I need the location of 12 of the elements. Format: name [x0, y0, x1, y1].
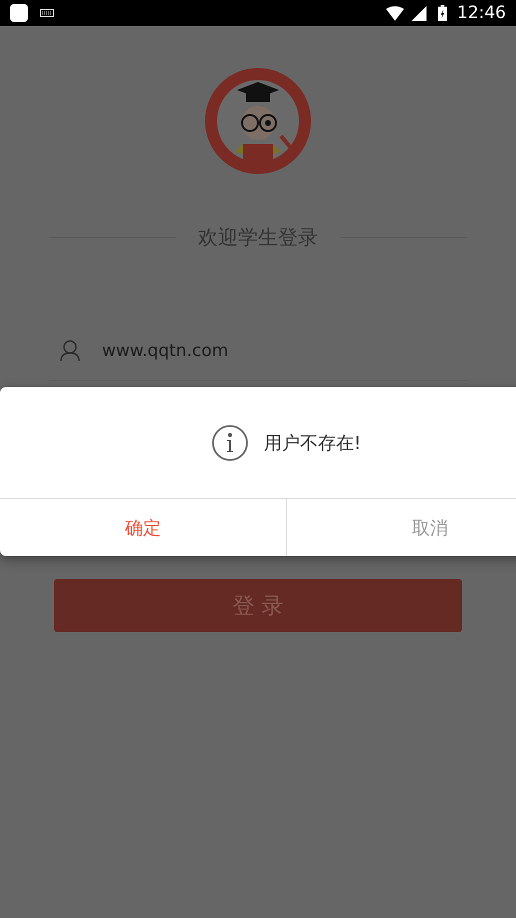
app-icon	[10, 4, 28, 22]
clock-time: 12:46	[457, 3, 506, 23]
keyboard-icon	[40, 9, 54, 17]
cancel-button[interactable]: 取消	[286, 499, 516, 556]
username-field[interactable]: www.qqtn.com	[49, 321, 467, 381]
battery-icon	[438, 5, 447, 21]
wifi-icon	[386, 6, 404, 20]
user-icon	[60, 340, 80, 362]
signal-icon	[410, 6, 428, 20]
info-icon	[212, 424, 248, 460]
dialog-message: 用户不存在!	[264, 432, 362, 454]
confirm-button[interactable]: 确定	[0, 499, 286, 556]
